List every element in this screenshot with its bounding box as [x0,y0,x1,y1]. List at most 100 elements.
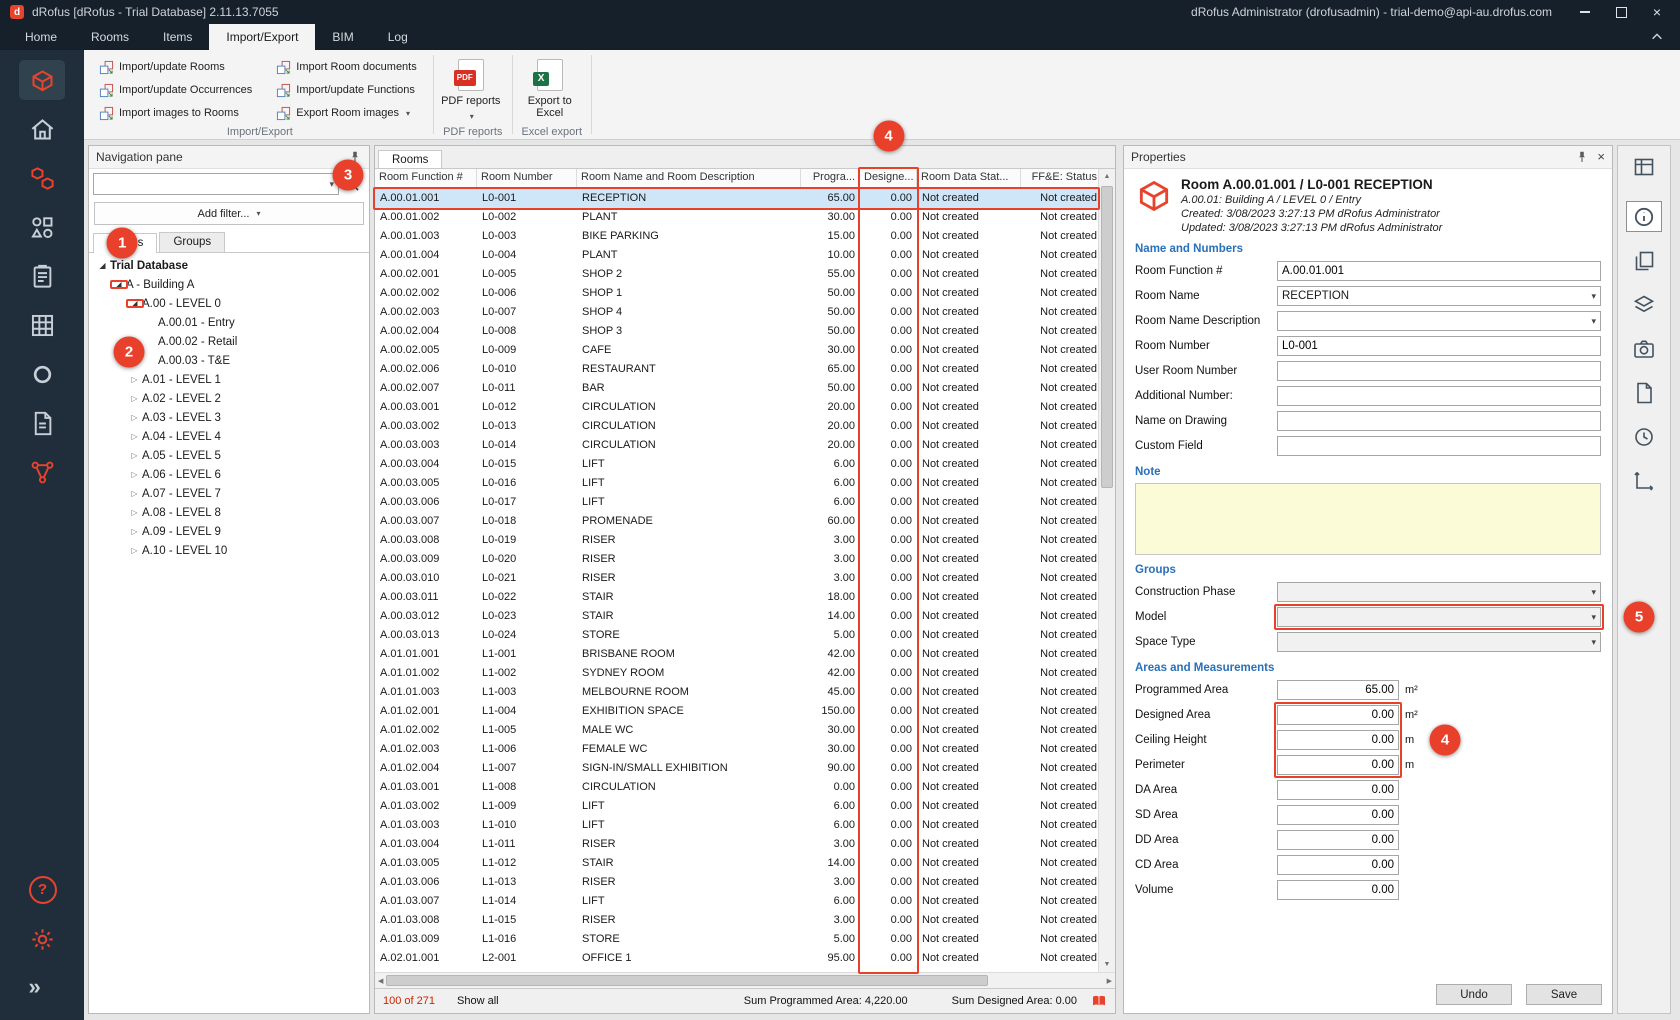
tree-item-a-03-level-3[interactable]: ▷A.03 - LEVEL 3 [89,408,369,427]
collapse-ribbon-button[interactable] [1650,24,1666,50]
copy-tab[interactable] [1626,245,1662,276]
close-button[interactable]: × [1650,5,1664,19]
tree-expand-arrow[interactable]: ◢ [111,280,126,289]
table-row[interactable]: A.01.03.009L1-016STORE5.000.00Not create… [375,930,1098,949]
table-row[interactable]: A.01.03.007L1-014LIFT6.000.00Not created… [375,892,1098,911]
table-row[interactable]: A.02.01.001L2-001OFFICE 195.000.00Not cr… [375,949,1098,968]
table-row[interactable]: A.00.03.004L0-015LIFT6.000.00Not created… [375,455,1098,474]
show-all-link[interactable]: Show all [457,995,499,1007]
name-on-drawing-field[interactable] [1277,411,1601,431]
volume-field[interactable] [1277,880,1399,900]
table-row[interactable]: A.00.01.004L0-004PLANT10.000.00Not creat… [375,246,1098,265]
room-number-field[interactable] [1277,336,1601,356]
table-row[interactable]: A.00.02.003L0-007SHOP 450.000.00Not crea… [375,303,1098,322]
tree-item-a-04-level-4[interactable]: ▷A.04 - LEVEL 4 [89,427,369,446]
navtab-groups[interactable]: Groups [159,232,225,252]
tree-item-a-00-02-retail[interactable]: A.00.02 - Retail [89,332,369,351]
table-row[interactable]: A.00.01.001L0-001RECEPTION65.000.00Not c… [375,189,1098,208]
ceiling-height-field[interactable] [1277,730,1399,750]
table-row[interactable]: A.01.02.004L1-007SIGN-IN/SMALL EXHIBITIO… [375,759,1098,778]
table-row[interactable]: A.00.03.013L0-024STORE5.000.00Not create… [375,626,1098,645]
import-update-occurrences-button[interactable]: Import/update Occurrences [94,80,257,100]
table-row[interactable]: A.01.02.001L1-004EXHIBITION SPACE150.000… [375,702,1098,721]
maximize-button[interactable] [1614,5,1628,19]
table-row[interactable]: A.00.02.006L0-010RESTAURANT65.000.00Not … [375,360,1098,379]
scroll-down-icon[interactable]: ▼ [1104,957,1111,972]
network-module-button[interactable] [19,452,65,492]
report-module-button[interactable] [19,403,65,443]
vertical-scrollbar-thumb[interactable] [1101,186,1113,488]
table-row[interactable]: A.01.03.005L1-012STAIR14.000.00Not creat… [375,854,1098,873]
import-room-documents-button[interactable]: Import Room documents [271,57,421,77]
shapes-module-button[interactable] [19,207,65,247]
add-filter-button[interactable]: Add filter... ▾ [94,202,364,225]
table-row[interactable]: A.01.03.002L1-009LIFT6.000.00Not created… [375,797,1098,816]
table-row[interactable]: A.00.02.001L0-005SHOP 255.000.00Not crea… [375,265,1098,284]
column-header-designe[interactable]: Designe... [860,169,917,188]
menu-tab-import-export[interactable]: Import/Export [209,24,315,50]
construction-phase-select[interactable]: ▾ [1277,582,1601,602]
room-name-select[interactable]: RECEPTION▾ [1277,286,1601,306]
table-row[interactable]: A.00.01.002L0-002PLANT30.000.00Not creat… [375,208,1098,227]
tree-expand-arrow[interactable]: ▷ [127,489,142,498]
table-row[interactable]: A.00.03.002L0-013CIRCULATION20.000.00Not… [375,417,1098,436]
table-row[interactable]: A.00.03.005L0-016LIFT6.000.00Not created… [375,474,1098,493]
import-update-rooms-button[interactable]: Import/update Rooms [94,57,257,77]
column-header-ff-e-status[interactable]: FF&E: Status [1021,169,1098,188]
tree-expand-arrow[interactable]: ▷ [127,375,142,384]
model-select[interactable]: ▾ [1277,607,1601,627]
tree-item-a-00-03-t-e[interactable]: A.00.03 - T&E [89,351,369,370]
room-function-field[interactable] [1277,261,1601,281]
menu-tab-items[interactable]: Items [146,24,209,50]
camera-tab[interactable] [1626,333,1662,364]
minimize-button[interactable] [1578,5,1592,19]
chevron-down-icon[interactable]: ▾ [329,179,334,190]
document-tab[interactable] [1626,377,1662,408]
history-tab[interactable] [1626,421,1662,452]
measure-tab[interactable] [1626,465,1662,496]
tree-item-a-08-level-8[interactable]: ▷A.08 - LEVEL 8 [89,503,369,522]
column-header-room-data-stat[interactable]: Room Data Stat... [917,169,1021,188]
tree-expand-arrow[interactable]: ▷ [127,508,142,517]
tree-expand-arrow[interactable]: ▷ [127,451,142,460]
custom-field-field[interactable] [1277,436,1601,456]
additional-number-field[interactable] [1277,386,1601,406]
book-icon[interactable] [1091,993,1107,1009]
table-row[interactable]: A.01.01.001L1-001BRISBANE ROOM42.000.00N… [375,645,1098,664]
tree-item-a-06-level-6[interactable]: ▷A.06 - LEVEL 6 [89,465,369,484]
save-button[interactable]: Save [1526,984,1602,1005]
double-chevron-button[interactable]: » [19,972,65,1006]
tree-expand-arrow[interactable]: ▷ [127,394,142,403]
pdf-reports-button[interactable]: PDF PDF reports ▾ [441,53,501,123]
scroll-right-icon[interactable]: ▶ [1107,973,1112,989]
grid-module-button[interactable] [19,305,65,345]
table-row[interactable]: A.00.02.007L0-011BAR50.000.00Not created… [375,379,1098,398]
tree-item-a-05-level-5[interactable]: ▷A.05 - LEVEL 5 [89,446,369,465]
table-row[interactable]: A.00.03.009L0-020RISER3.000.00Not create… [375,550,1098,569]
column-header-progra[interactable]: Progra... [801,169,860,188]
table-row[interactable]: A.00.02.002L0-006SHOP 150.000.00Not crea… [375,284,1098,303]
note-textarea[interactable] [1135,483,1601,555]
search-input[interactable]: ▾ [93,173,339,195]
tree-expand-arrow[interactable]: ◢ [127,299,142,308]
horizontal-scrollbar-thumb[interactable] [386,975,988,986]
perimeter-field[interactable] [1277,755,1399,775]
tree-item-a-01-level-1[interactable]: ▷A.01 - LEVEL 1 [89,370,369,389]
table-row[interactable]: A.01.03.003L1-010LIFT6.000.00Not created… [375,816,1098,835]
table-row[interactable]: A.00.03.011L0-022STAIR18.000.00Not creat… [375,588,1098,607]
table-row[interactable]: A.01.01.002L1-002SYDNEY ROOM42.000.00Not… [375,664,1098,683]
scroll-left-icon[interactable]: ◀ [378,973,383,989]
import-images-to-rooms-button[interactable]: Import images to Rooms [94,103,257,123]
export-to-excel-button[interactable]: X Export to Excel [520,53,580,119]
settings-gear-button[interactable] [19,922,65,956]
table-row[interactable]: A.01.03.001L1-008CIRCULATION0.000.00Not … [375,778,1098,797]
tree-expand-arrow[interactable]: ▷ [127,413,142,422]
table-row[interactable]: A.00.03.012L0-023STAIR14.000.00Not creat… [375,607,1098,626]
sd-area-field[interactable] [1277,805,1399,825]
items-module-button[interactable] [19,158,65,198]
table-properties-tab[interactable] [1626,151,1662,182]
search-button[interactable] [339,173,365,195]
programmed-area-field[interactable] [1277,680,1399,700]
help-button[interactable]: ? [19,872,65,906]
tree-expand-arrow[interactable]: ▷ [127,546,142,555]
